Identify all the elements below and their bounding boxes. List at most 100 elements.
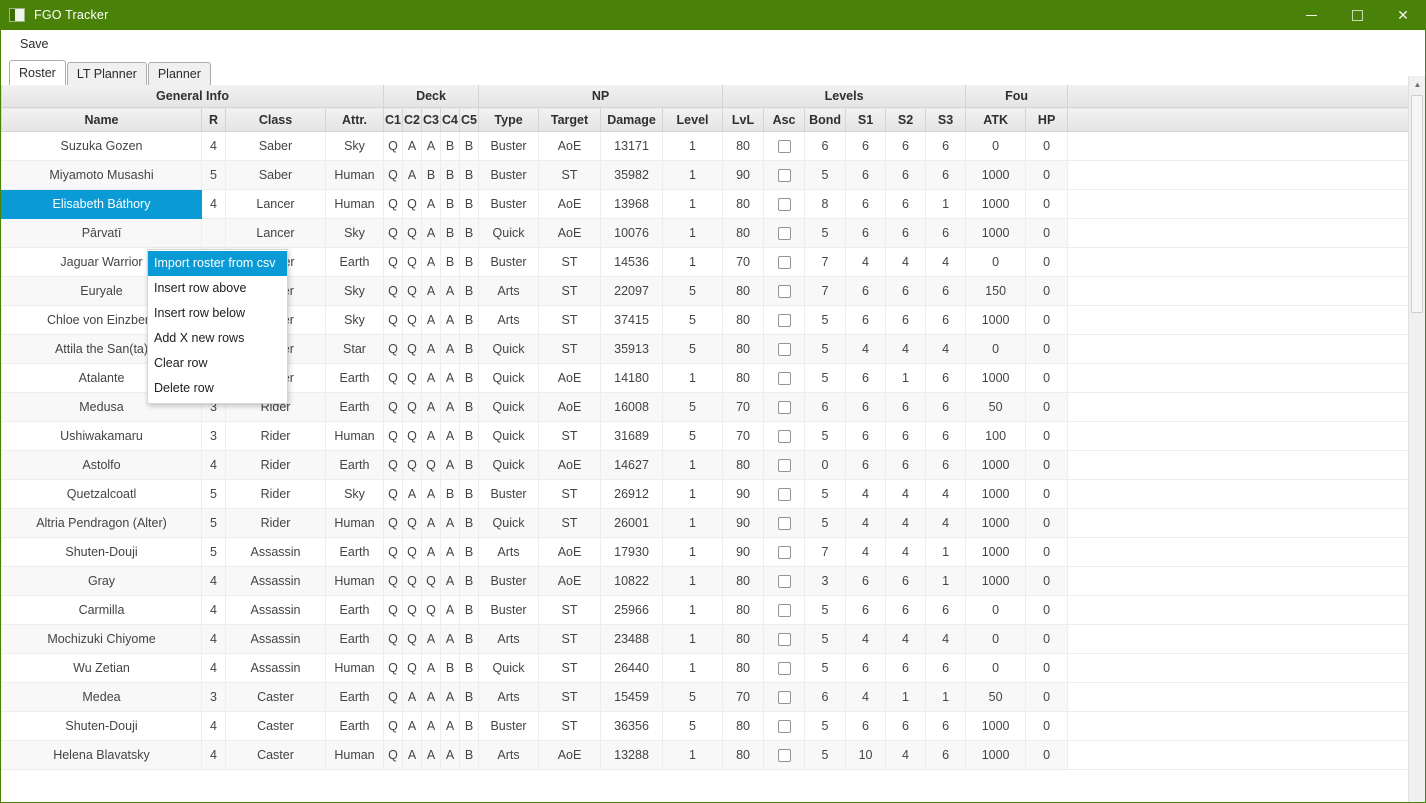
cell-np-damage[interactable]: 26440 xyxy=(600,653,664,683)
cell-class[interactable]: Assassin xyxy=(225,653,326,683)
cell-fou-atk[interactable]: 1000 xyxy=(965,508,1027,538)
cell-fou-hp[interactable]: 0 xyxy=(1025,131,1069,161)
cell-class[interactable]: Saber xyxy=(225,131,326,161)
cell-np-type[interactable]: Buster xyxy=(478,566,540,596)
cell-skill-3[interactable]: 6 xyxy=(925,653,967,683)
cell-deck-c1[interactable]: Q xyxy=(383,711,403,741)
column-header-bond[interactable]: Bond xyxy=(804,107,847,132)
column-header-c1[interactable]: C1 xyxy=(383,107,403,132)
column-header-class[interactable]: Class xyxy=(225,107,326,132)
cell-deck-c4[interactable]: A xyxy=(440,276,460,306)
cell-level[interactable]: 80 xyxy=(722,595,765,625)
cell-bond[interactable]: 5 xyxy=(804,160,847,190)
ascension-checkbox[interactable] xyxy=(777,198,791,212)
column-header-c3[interactable]: C3 xyxy=(421,107,441,132)
cell-level[interactable]: 90 xyxy=(722,160,765,190)
cell-deck-c3[interactable]: A xyxy=(421,247,441,277)
cell-np-level[interactable]: 5 xyxy=(662,392,724,422)
cell-level[interactable]: 70 xyxy=(722,682,765,712)
cell-ascension[interactable] xyxy=(763,740,806,770)
cell-np-level[interactable]: 1 xyxy=(662,131,724,161)
cell-deck-c5[interactable]: B xyxy=(458,653,480,683)
cell-servant-name[interactable]: Mochizuki Chiyome xyxy=(1,624,202,654)
table-row[interactable]: Quetzalcoatl 5 Rider Sky Q A A B B Buster ST 26912 1… xyxy=(1,479,1412,509)
cell-ascension[interactable] xyxy=(763,276,806,306)
cell-level[interactable]: 80 xyxy=(722,450,765,480)
cell-np-target[interactable]: AoE xyxy=(538,363,602,393)
cell-class[interactable]: Rider xyxy=(225,450,326,480)
cell-deck-c5[interactable]: B xyxy=(458,595,480,625)
cell-bond[interactable]: 5 xyxy=(804,218,847,248)
cell-deck-c3[interactable]: A xyxy=(421,421,441,451)
cell-level[interactable]: 70 xyxy=(722,421,765,451)
cell-servant-name[interactable]: Ushiwakamaru xyxy=(1,421,202,451)
cell-attribute[interactable]: Human xyxy=(325,566,384,596)
cell-deck-c2[interactable]: Q xyxy=(402,566,422,596)
cell-level[interactable]: 80 xyxy=(722,131,765,161)
cell-deck-c2[interactable]: Q xyxy=(402,305,422,335)
cell-deck-c2[interactable]: Q xyxy=(402,537,422,567)
ascension-checkbox[interactable] xyxy=(777,314,791,328)
cell-np-type[interactable]: Arts xyxy=(478,624,540,654)
cell-deck-c5[interactable]: B xyxy=(458,247,480,277)
cell-deck-c5[interactable]: B xyxy=(458,537,480,567)
cell-deck-c4[interactable]: A xyxy=(440,334,460,364)
cell-servant-name[interactable]: Shuten-Douji xyxy=(1,711,202,741)
cell-np-level[interactable]: 1 xyxy=(662,566,724,596)
cell-deck-c4[interactable]: A xyxy=(440,740,460,770)
cell-skill-2[interactable]: 4 xyxy=(885,247,927,277)
cell-deck-c5[interactable]: B xyxy=(458,479,480,509)
cell-fou-hp[interactable]: 0 xyxy=(1025,160,1069,190)
ascension-checkbox[interactable] xyxy=(777,662,791,676)
column-header-np-type[interactable]: Type xyxy=(478,107,540,132)
cell-ascension[interactable] xyxy=(763,450,806,480)
cell-deck-c4[interactable]: A xyxy=(440,537,460,567)
cell-servant-name[interactable]: Pārvatī xyxy=(1,218,202,248)
cell-ascension[interactable] xyxy=(763,160,806,190)
cell-fou-hp[interactable]: 0 xyxy=(1025,276,1069,306)
cell-rarity[interactable]: 5 xyxy=(201,537,226,567)
cell-np-level[interactable]: 1 xyxy=(662,479,724,509)
cell-np-target[interactable]: ST xyxy=(538,508,602,538)
cell-deck-c1[interactable]: Q xyxy=(383,392,403,422)
cell-attribute[interactable]: Earth xyxy=(325,363,384,393)
cell-skill-1[interactable]: 6 xyxy=(845,189,887,219)
cell-rarity[interactable]: 4 xyxy=(201,131,226,161)
cell-np-target[interactable]: AoE xyxy=(538,537,602,567)
cell-fou-hp[interactable]: 0 xyxy=(1025,189,1069,219)
cell-rarity[interactable]: 5 xyxy=(201,160,226,190)
cell-ascension[interactable] xyxy=(763,566,806,596)
cell-np-damage[interactable]: 37415 xyxy=(600,305,664,335)
cell-np-type[interactable]: Buster xyxy=(478,479,540,509)
cell-deck-c2[interactable]: Q xyxy=(402,653,422,683)
table-row[interactable]: Altria Pendragon (Alter) 5 Rider Human Q Q A A B… xyxy=(1,508,1412,538)
ascension-checkbox[interactable] xyxy=(777,633,791,647)
cell-np-target[interactable]: AoE xyxy=(538,450,602,480)
table-row[interactable]: Ushiwakamaru 3 Rider Human Q Q A A B Quick ST 31689… xyxy=(1,421,1412,451)
cell-fou-atk[interactable]: 150 xyxy=(965,276,1027,306)
ascension-checkbox[interactable] xyxy=(777,430,791,444)
cell-deck-c5[interactable]: B xyxy=(458,566,480,596)
cell-np-damage[interactable]: 13968 xyxy=(600,189,664,219)
cell-attribute[interactable]: Human xyxy=(325,653,384,683)
cell-skill-2[interactable]: 4 xyxy=(885,624,927,654)
cell-skill-2[interactable]: 6 xyxy=(885,711,927,741)
cell-skill-3[interactable]: 6 xyxy=(925,711,967,741)
cell-deck-c4[interactable]: A xyxy=(440,450,460,480)
cell-skill-1[interactable]: 6 xyxy=(845,363,887,393)
ascension-checkbox[interactable] xyxy=(777,169,791,183)
cell-deck-c1[interactable]: Q xyxy=(383,450,403,480)
cell-class[interactable]: Assassin xyxy=(225,566,326,596)
cell-class[interactable]: Lancer xyxy=(225,189,326,219)
cell-bond[interactable]: 6 xyxy=(804,682,847,712)
cell-deck-c3[interactable]: Q xyxy=(421,595,441,625)
cell-rarity[interactable]: 4 xyxy=(201,653,226,683)
cell-deck-c3[interactable]: Q xyxy=(421,566,441,596)
cell-deck-c2[interactable]: Q xyxy=(402,450,422,480)
cell-np-damage[interactable]: 17930 xyxy=(600,537,664,567)
cell-deck-c2[interactable]: A xyxy=(402,740,422,770)
cell-fou-atk[interactable]: 1000 xyxy=(965,479,1027,509)
cell-fou-atk[interactable]: 0 xyxy=(965,247,1027,277)
cell-np-type[interactable]: Arts xyxy=(478,682,540,712)
cell-skill-1[interactable]: 6 xyxy=(845,595,887,625)
